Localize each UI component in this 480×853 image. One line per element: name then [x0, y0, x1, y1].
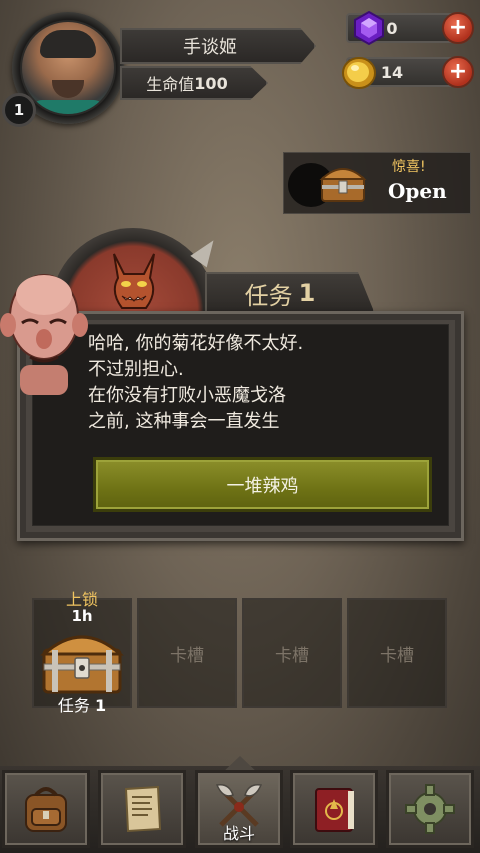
backpack-icon	[25, 787, 67, 832]
nav-inventory-button[interactable]	[2, 770, 90, 848]
gem-count: 0	[386, 18, 398, 38]
nav-spellbook-button[interactable]	[290, 770, 378, 848]
treasure-chest-icon	[319, 168, 367, 202]
player-level-badge: 1	[2, 93, 36, 127]
nav-battle-label: 战斗	[222, 824, 255, 843]
open-surprise-button[interactable]: Open	[388, 179, 447, 203]
mission-label: 任务	[244, 281, 293, 310]
hp-value: 100	[194, 73, 228, 93]
chest-slot-4[interactable]: 卡槽	[347, 598, 447, 708]
dialog-line: 不过别担心.	[88, 359, 184, 380]
hp-label: 生命值	[146, 75, 195, 94]
dialog-confirm-button[interactable]: 一堆辣鸡	[93, 457, 432, 512]
chest-slot-2[interactable]: 卡槽	[137, 598, 237, 708]
surprise-label: 惊喜!	[392, 159, 426, 175]
nav-settings-button[interactable]	[386, 770, 474, 848]
add-gems-button[interactable]: +	[442, 12, 474, 44]
mission-number: 1	[298, 279, 316, 307]
chest-caption-label: 任务	[57, 696, 90, 715]
player-hp-plate: 生命值 100	[120, 66, 268, 100]
old-man-portrait	[0, 274, 88, 395]
gear-icon	[405, 784, 455, 834]
empty-slot-label: 卡槽	[275, 645, 309, 666]
gold-count: 14	[380, 62, 404, 82]
dialog-line: 之前, 这种事会一直发生	[88, 411, 280, 432]
dialog-line: 在你没有打败小恶魔戈洛	[88, 385, 286, 406]
empty-slot-label: 卡槽	[380, 645, 414, 666]
dialog-text: 哈哈, 你的菊花好像不太好. 不过别担心. 在你没有打败小恶魔戈洛 之前, 这种…	[88, 331, 428, 435]
dialog-line: 哈哈, 你的菊花好像不太好.	[88, 333, 304, 354]
chest-caption-number: 1	[94, 696, 107, 715]
nav-quests-button[interactable]	[98, 770, 186, 848]
purple-gem-icon	[354, 10, 384, 46]
add-gold-button[interactable]: +	[442, 56, 474, 88]
imp-demon-icon	[113, 253, 155, 309]
scroll-icon	[124, 785, 162, 833]
spellbook-icon	[315, 788, 354, 832]
player-portrait	[22, 22, 114, 114]
treasure-chest-icon	[40, 635, 124, 694]
player-name: 手谈姬	[183, 37, 237, 58]
chest-slot-3[interactable]: 卡槽	[242, 598, 342, 708]
gold-coin-icon	[342, 57, 376, 89]
chest-caption: 任务 1	[32, 692, 132, 716]
empty-slot-label: 卡槽	[170, 645, 204, 666]
player-name-plate: 手谈姬	[120, 28, 316, 64]
mission-title: 任务 1	[205, 272, 375, 314]
surprise-chest-panel[interactable]: 惊喜! Open	[283, 152, 471, 214]
